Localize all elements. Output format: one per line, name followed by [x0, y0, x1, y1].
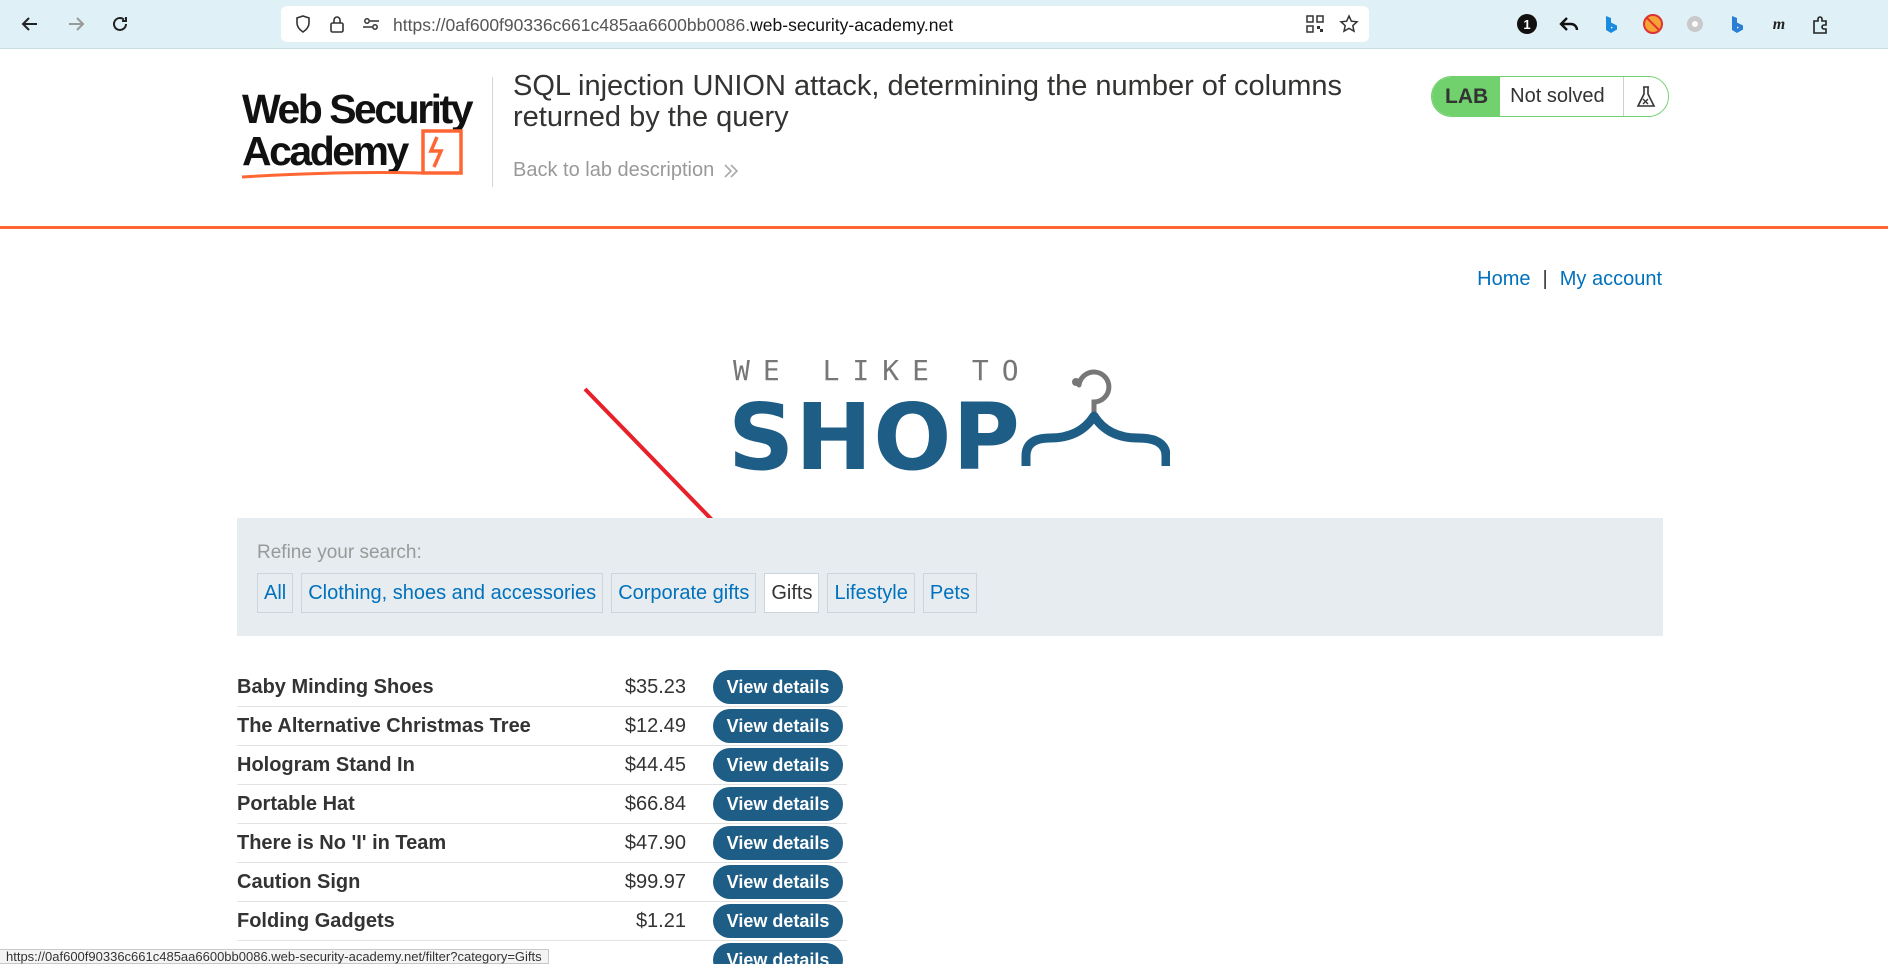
reload-icon[interactable]: [106, 10, 134, 38]
lab-title: SQL injection UNION attack, determining …: [513, 70, 1343, 133]
nav-separator: |: [1542, 268, 1548, 290]
product-price: $35.23: [624, 676, 686, 698]
filter-all[interactable]: All: [257, 573, 294, 613]
product-price: $1.21: [635, 910, 686, 932]
link-status-url: https://0af600f90336c661c485aa6600bb0086…: [0, 949, 549, 964]
home-link[interactable]: Home: [1477, 268, 1530, 291]
product-name: Caution Sign: [237, 871, 361, 893]
site-settings-icon[interactable]: [361, 14, 381, 34]
back-icon[interactable]: [16, 10, 44, 38]
lock-icon[interactable]: [327, 14, 347, 34]
view-details-button[interactable]: View details: [713, 943, 843, 964]
flask-icon: [1623, 77, 1668, 116]
product-name: The Alternative Christmas Tree: [237, 715, 531, 737]
qr-code-icon[interactable]: [1305, 14, 1325, 34]
shield-icon[interactable]: [293, 14, 313, 34]
product-name: Portable Hat: [237, 793, 355, 815]
back-link-label[interactable]: Back to lab description: [513, 159, 714, 182]
my-account-link[interactable]: My account: [1560, 268, 1662, 291]
bing-icon[interactable]: [1598, 11, 1624, 37]
filter-label: Refine your search:: [257, 542, 422, 563]
product-name: Hologram Stand In: [237, 754, 415, 776]
view-details-button[interactable]: View details: [713, 748, 843, 782]
lab-status-text: Not solved: [1500, 77, 1624, 116]
url-text[interactable]: https://0af600f90336c661c485aa6600bb0086…: [393, 15, 953, 36]
product-price: $66.84: [624, 793, 686, 815]
filter-corporate-gifts[interactable]: Corporate gifts: [611, 573, 757, 613]
back-to-lab-description-link[interactable]: Back to lab description: [513, 159, 740, 182]
svg-text:m: m: [1773, 16, 1785, 33]
product-row: Folding Gadgets $1.21 View details: [237, 902, 847, 941]
product-price: $99.97: [624, 871, 686, 893]
product-row: Portable Hat $66.84 View details: [237, 785, 847, 824]
extension-badge-icon[interactable]: 1: [1514, 11, 1540, 37]
reply-icon[interactable]: [1556, 11, 1582, 37]
product-table: Baby Minding Shoes $35.23 View details T…: [237, 668, 847, 964]
product-price: $44.45: [624, 754, 686, 776]
view-details-button[interactable]: View details: [713, 904, 843, 938]
account-nav: Home | My account: [1477, 268, 1662, 291]
view-details-button[interactable]: View details: [713, 826, 843, 860]
filter-lifestyle[interactable]: Lifestyle: [827, 573, 915, 613]
blocker-icon[interactable]: [1640, 11, 1666, 37]
view-details-button[interactable]: View details: [713, 670, 843, 704]
filter-panel: Refine your search: All Clothing, shoes …: [237, 518, 1663, 636]
shop-tagline: WE LIKE TO: [733, 354, 1032, 387]
filter-pets[interactable]: Pets: [922, 573, 977, 613]
forward-icon[interactable]: [62, 10, 90, 38]
product-name: Baby Minding Shoes: [237, 676, 434, 698]
lab-tag: LAB: [1432, 77, 1501, 116]
product-row: The Alternative Christmas Tree $12.49 Vi…: [237, 707, 847, 746]
svg-text:Web Security: Web Security: [242, 86, 474, 132]
filter-gifts[interactable]: Gifts: [764, 573, 820, 613]
view-details-button[interactable]: View details: [713, 787, 843, 821]
lab-header: Web Security Academy SQL injection UNION…: [0, 49, 1888, 229]
product-row: Hologram Stand In $44.45 View details: [237, 746, 847, 785]
product-row: Baby Minding Shoes $35.23 View details: [237, 668, 847, 707]
shop-logo-word: SHOP: [728, 384, 1021, 491]
web-security-academy-logo[interactable]: Web Security Academy: [240, 75, 490, 190]
view-details-button[interactable]: View details: [713, 865, 843, 899]
product-price: $47.90: [624, 832, 686, 854]
product-price: $12.49: [624, 715, 686, 737]
bing-chat-icon[interactable]: [1724, 11, 1750, 37]
view-details-button[interactable]: View details: [713, 709, 843, 743]
product-row: Caution Sign $99.97 View details: [237, 863, 847, 902]
svg-text:Academy: Academy: [242, 128, 410, 174]
extensions-puzzle-icon[interactable]: [1808, 11, 1834, 37]
category-filter-list: All Clothing, shoes and accessories Corp…: [257, 573, 977, 613]
browser-toolbar: https://0af600f90336c661c485aa6600bb0086…: [0, 0, 1888, 49]
gray-extension-icon[interactable]: [1682, 11, 1708, 37]
double-chevron-icon: [724, 163, 739, 178]
lab-status-badge: LAB Not solved: [1431, 76, 1669, 117]
star-icon[interactable]: [1339, 14, 1359, 34]
m-extension-icon[interactable]: m: [1766, 11, 1792, 37]
svg-text:1: 1: [1523, 17, 1530, 32]
header-divider: [492, 77, 493, 187]
product-name: There is No 'I' in Team: [237, 832, 447, 854]
product-name: Folding Gadgets: [237, 910, 395, 932]
hanger-icon: [1021, 369, 1170, 466]
product-row: There is No 'I' in Team $47.90 View deta…: [237, 824, 847, 863]
filter-clothing[interactable]: Clothing, shoes and accessories: [301, 573, 604, 613]
address-bar[interactable]: https://0af600f90336c661c485aa6600bb0086…: [281, 6, 1369, 42]
